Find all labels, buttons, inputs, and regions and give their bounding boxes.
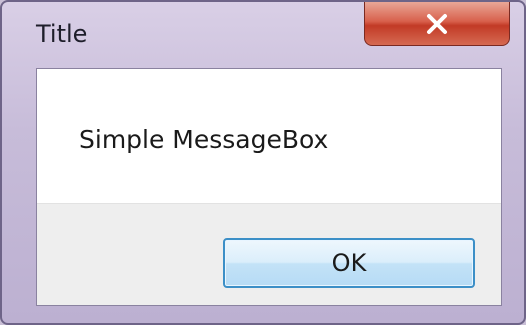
title-bar[interactable]: Title	[2, 2, 524, 64]
message-box-window: Title Simple MessageBox OK	[0, 0, 526, 325]
dialog-content: Simple MessageBox OK	[36, 68, 502, 306]
ok-button[interactable]: OK	[223, 238, 475, 288]
message-text: Simple MessageBox	[79, 125, 329, 154]
window-title: Title	[36, 20, 88, 48]
close-icon	[427, 13, 447, 34]
button-area: OK	[37, 203, 501, 305]
close-button[interactable]	[364, 2, 510, 46]
